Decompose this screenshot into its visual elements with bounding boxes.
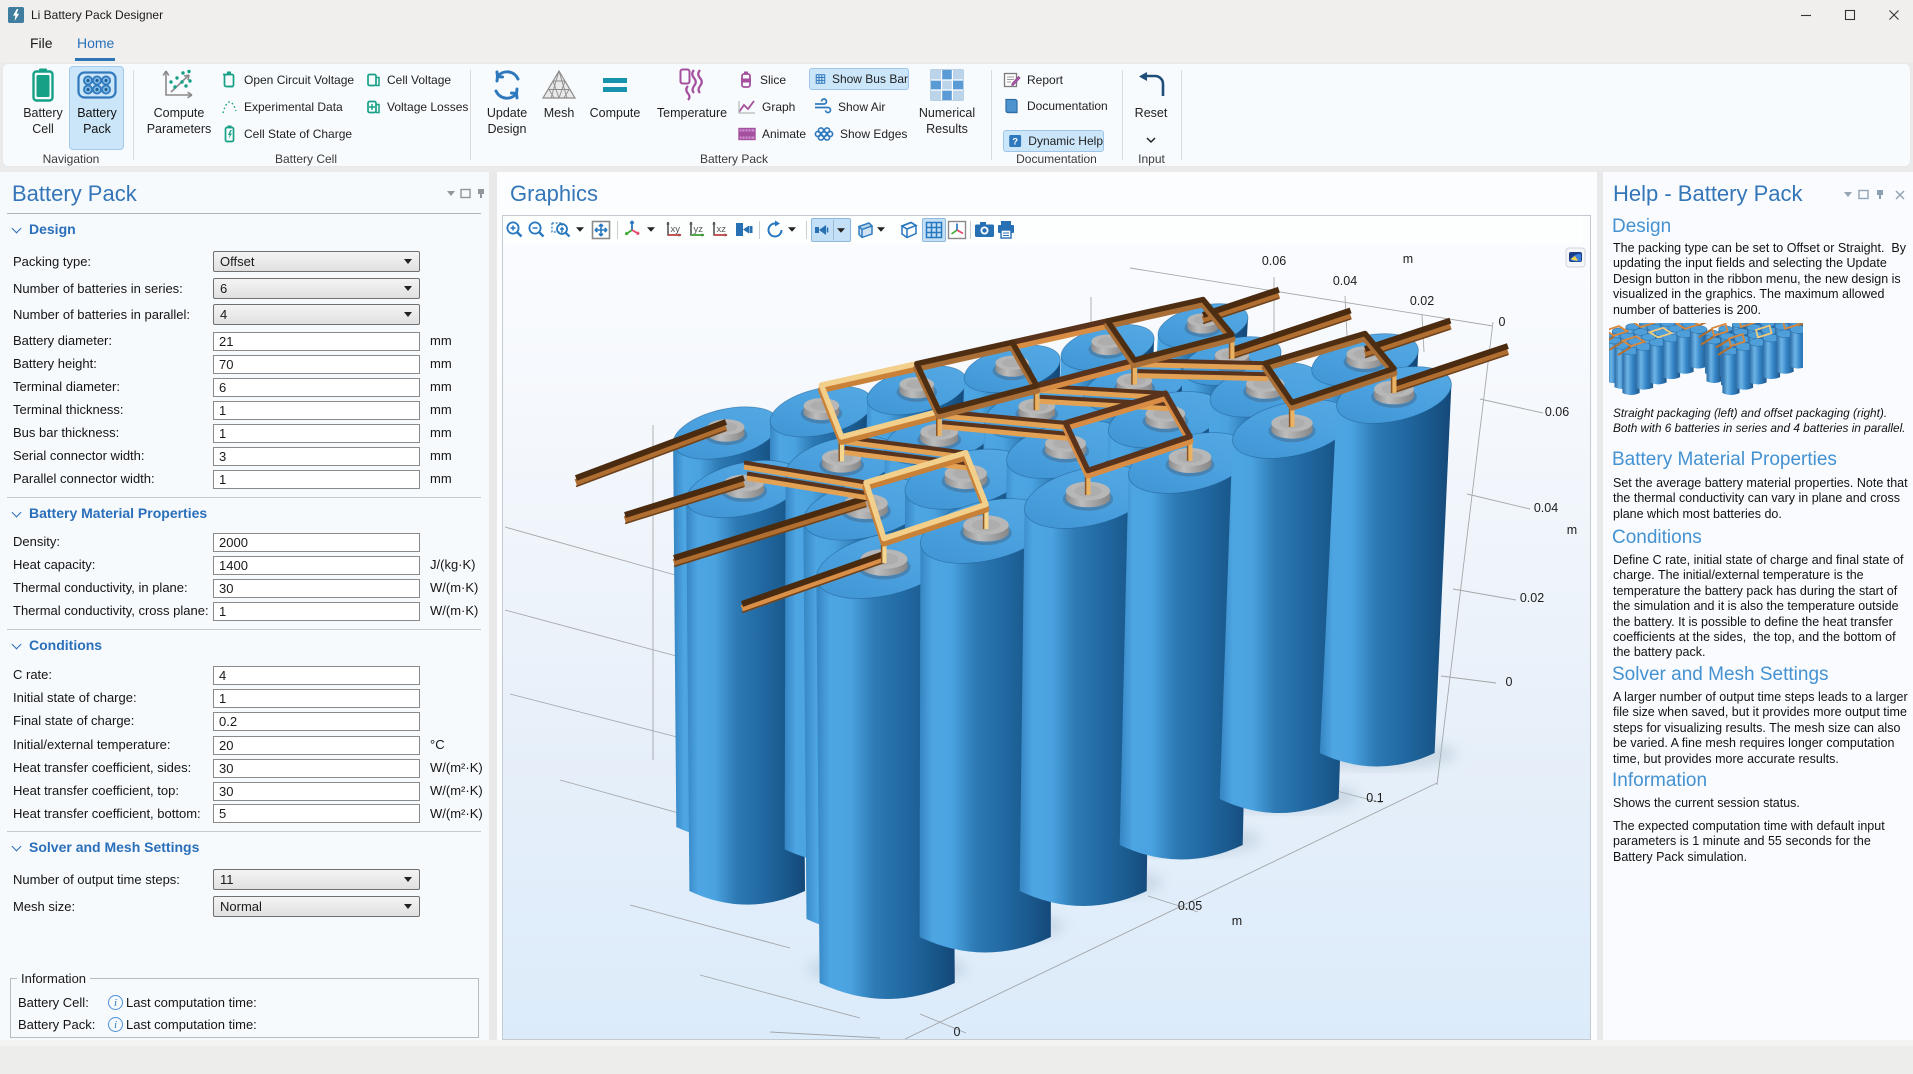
svg-text:0.02: 0.02 — [1410, 294, 1434, 308]
svg-text:0.04: 0.04 — [1333, 274, 1357, 288]
svg-text:m: m — [1403, 252, 1413, 266]
svg-text:0.06: 0.06 — [1262, 254, 1286, 268]
svg-text:0: 0 — [1506, 675, 1513, 689]
svg-text:?: ? — [1012, 137, 1018, 148]
svg-text:0.04: 0.04 — [1534, 501, 1558, 515]
svg-text:0.02: 0.02 — [1520, 591, 1544, 605]
svg-text:0: 0 — [1499, 315, 1506, 329]
svg-text:m: m — [1567, 523, 1577, 537]
svg-text:0.05: 0.05 — [1178, 899, 1202, 913]
svg-text:m: m — [1232, 914, 1242, 928]
svg-text:0.06: 0.06 — [1545, 405, 1569, 419]
svg-text:0: 0 — [954, 1025, 961, 1039]
svg-text:0.1: 0.1 — [1366, 791, 1383, 805]
